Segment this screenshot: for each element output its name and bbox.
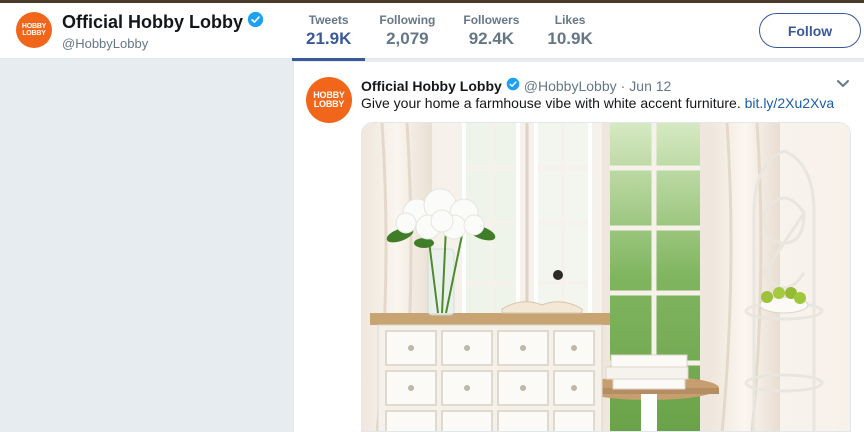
profile-nav-bar: HOBBY LOBBY Official Hobby Lobby @HobbyL… bbox=[0, 3, 864, 61]
furniture-photo bbox=[362, 123, 850, 431]
logo-text-line2: LOBBY bbox=[313, 99, 345, 109]
stat-label: Likes bbox=[554, 13, 586, 27]
tweet-separator: · bbox=[620, 77, 626, 94]
stat-tweets[interactable]: Tweets 21.9K bbox=[292, 13, 366, 61]
tweet-card[interactable]: HOBBY LOBBY Official Hobby Lobby @HobbyL… bbox=[293, 62, 864, 432]
stat-value: 92.4K bbox=[468, 29, 515, 48]
tweet-link[interactable]: bit.ly/2Xu2Xva bbox=[745, 95, 835, 111]
profile-handle[interactable]: @HobbyLobby bbox=[62, 36, 264, 51]
stat-label: Following bbox=[379, 13, 436, 27]
tweet-media-photo[interactable] bbox=[361, 122, 851, 432]
verified-badge-icon bbox=[247, 11, 264, 33]
tweet-author-handle[interactable]: @HobbyLobby bbox=[524, 78, 617, 94]
stat-likes[interactable]: Likes 10.9K bbox=[533, 13, 606, 59]
follow-button[interactable]: Follow bbox=[759, 13, 861, 48]
tweet-header: Official Hobby Lobby @HobbyLobby · Jun 1… bbox=[361, 77, 671, 94]
profile-display-name[interactable]: Official Hobby Lobby bbox=[62, 11, 264, 33]
profile-stats-nav: Tweets 21.9K Following 2,079 Followers 9… bbox=[292, 13, 607, 61]
stat-label: Tweets bbox=[308, 13, 349, 27]
stat-value: 10.9K bbox=[547, 29, 593, 48]
stat-following[interactable]: Following 2,079 bbox=[365, 13, 449, 59]
logo-text-line1: HOBBY bbox=[21, 23, 47, 30]
tweet-author-name[interactable]: Official Hobby Lobby bbox=[361, 78, 502, 94]
tweet-body: Give your home a farmhouse vibe with whi… bbox=[361, 95, 741, 111]
tweet-text: Give your home a farmhouse vibe with whi… bbox=[361, 95, 834, 111]
tweet-avatar[interactable]: HOBBY LOBBY bbox=[306, 77, 352, 123]
stat-followers[interactable]: Followers 92.4K bbox=[449, 13, 533, 59]
logo-text-line2: LOBBY bbox=[22, 30, 46, 37]
stat-value: 21.9K bbox=[306, 29, 352, 48]
stat-value: 2,079 bbox=[386, 29, 429, 48]
profile-avatar[interactable]: HOBBY LOBBY bbox=[16, 12, 52, 48]
profile-name-block: Official Hobby Lobby @HobbyLobby bbox=[62, 11, 264, 51]
tweet-timestamp[interactable]: Jun 12 bbox=[629, 78, 671, 94]
profile-name-text: Official Hobby Lobby bbox=[62, 11, 244, 32]
verified-badge-icon bbox=[506, 77, 520, 94]
chevron-down-icon[interactable] bbox=[835, 78, 851, 90]
stat-label: Followers bbox=[463, 13, 520, 27]
